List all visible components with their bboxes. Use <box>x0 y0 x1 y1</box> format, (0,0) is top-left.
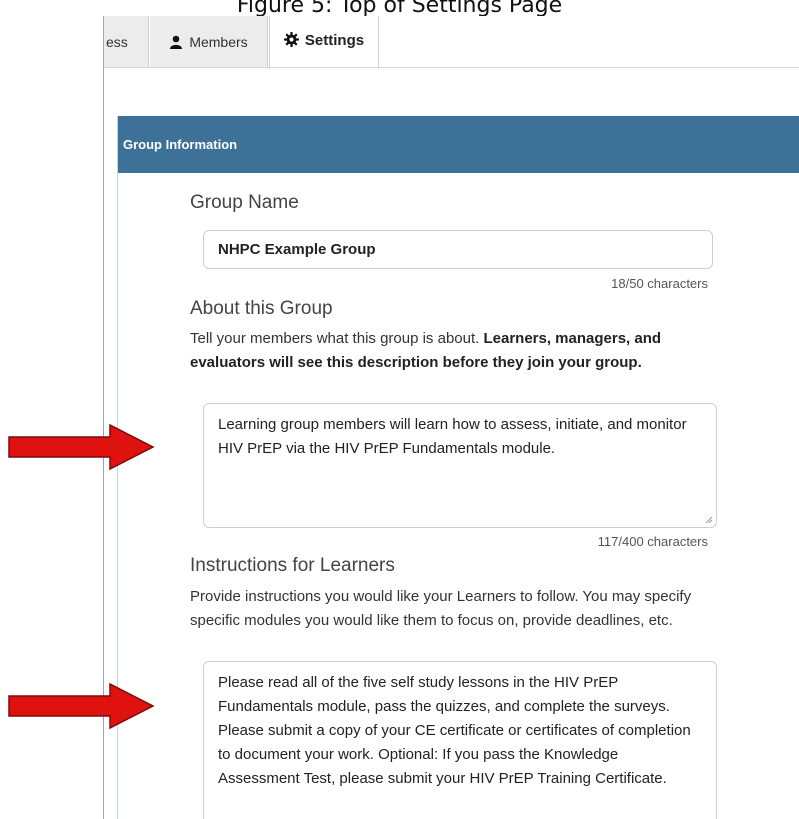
red-arrow-icon <box>8 683 155 729</box>
settings-screenshot: ess Members Settings Group Information G… <box>103 16 799 819</box>
group-name-counter: 18/50 characters <box>611 276 708 291</box>
gear-icon <box>283 32 299 47</box>
panel-header: Group Information <box>118 116 799 173</box>
red-arrow-icon <box>8 424 155 470</box>
tab-settings[interactable]: Settings <box>269 16 379 69</box>
instructions-textarea[interactable]: Please read all of the five self study l… <box>203 661 717 819</box>
person-icon <box>169 35 183 49</box>
group-name-input[interactable]: NHPC Example Group <box>203 230 713 269</box>
about-help-plain: Tell your members what this group is abo… <box>190 330 484 347</box>
about-group-value: Learning group members will learn how to… <box>218 416 687 457</box>
tab-bar: ess Members Settings <box>104 16 799 69</box>
about-group-label: About this Group <box>190 298 333 319</box>
tab-bar-divider <box>104 67 799 68</box>
tab-settings-label: Settings <box>304 32 365 49</box>
resize-handle-icon[interactable] <box>705 516 713 524</box>
tab-progress-label: ess <box>106 34 128 50</box>
group-information-panel: Group Information Group Name NHPC Exampl… <box>117 116 799 819</box>
about-group-counter: 117/400 characters <box>597 534 708 549</box>
instructions-value: Please read all of the five self study l… <box>218 674 691 787</box>
tab-progress[interactable]: ess <box>104 16 149 68</box>
tab-members-label: Members <box>189 34 248 50</box>
about-group-help: Tell your members what this group is abo… <box>190 327 720 375</box>
tab-members[interactable]: Members <box>150 16 268 68</box>
about-group-textarea[interactable]: Learning group members will learn how to… <box>203 403 717 528</box>
group-name-label: Group Name <box>190 192 299 213</box>
group-name-value: NHPC Example Group <box>218 241 376 258</box>
instructions-label: Instructions for Learners <box>190 555 395 576</box>
instructions-help: Provide instructions you would like your… <box>190 588 692 629</box>
